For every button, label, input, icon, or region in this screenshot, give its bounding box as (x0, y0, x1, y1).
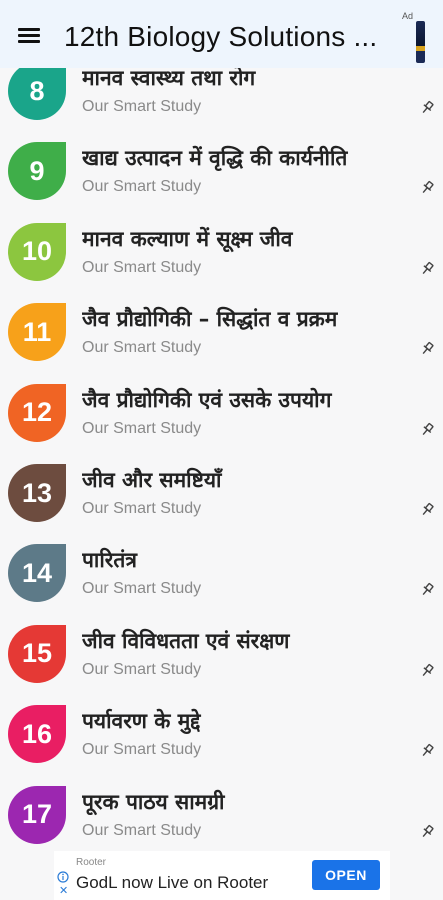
chapter-number-badge: 8 (8, 62, 66, 120)
chapter-number-badge: 16 (8, 705, 66, 764)
ad-headline[interactable]: GodL now Live on Rooter (76, 873, 268, 893)
chapter-number: 14 (21, 557, 53, 588)
chapter-subtitle: Our Smart Study (82, 660, 202, 678)
chapter-list-item[interactable]: 12 जैव प्रौद्योगिकी एवं उसके उपयोग Our Sma… (0, 383, 443, 464)
pin-icon[interactable] (419, 743, 435, 759)
pin-icon[interactable] (419, 261, 435, 277)
chapter-number: 13 (21, 477, 53, 508)
chapter-list-item[interactable]: 10 मानव कल्याण में सूक्ष्म जीव Our Smart S… (0, 222, 443, 303)
pin-icon[interactable] (419, 100, 435, 116)
pin-icon[interactable] (419, 422, 435, 438)
pin-icon[interactable] (419, 502, 435, 518)
chapter-list-item[interactable]: 9 खाद्य उत्पादन में वृद्धि की कार्यनीति Ou… (0, 142, 443, 222)
chapter-subtitle: Our Smart Study (82, 821, 202, 839)
chapter-number: 10 (21, 236, 53, 267)
ad-source: Rooter (76, 857, 107, 868)
chapter-number-badge: 17 (8, 785, 66, 844)
app-title: 12th Biology Solutions ... (64, 21, 378, 52)
pin-icon[interactable] (419, 180, 435, 196)
chapter-number-badge: 14 (8, 544, 66, 603)
chapter-number: 15 (21, 638, 53, 669)
chapter-subtitle: Our Smart Study (82, 258, 202, 276)
chapter-subtitle: Our Smart Study (82, 419, 202, 437)
chapter-list-item[interactable]: 16 पर्यावरण के मुद्दे Our Smart Study (0, 705, 443, 785)
pin-icon[interactable] (419, 341, 435, 357)
app-bar: 12th Biology Solutions ... Ad (0, 0, 443, 68)
chapter-number-badge: 11 (8, 303, 66, 362)
chapter-number-badge: 12 (8, 383, 66, 442)
chapter-title: जीव और समष्टियाँ (82, 468, 222, 492)
chapter-number: 17 (21, 799, 53, 830)
chapter-list-item[interactable]: 13 जीव और समष्टियाँ Our Smart Study (0, 464, 443, 544)
chapter-title: जैव प्रौद्योगिकी – सिद्धांत व प्रक्रम (82, 307, 338, 332)
chapter-list-item[interactable]: 8 मानव स्वास्थ्य तथा रोग Our Smart Study (0, 62, 443, 142)
pin-icon[interactable] (419, 663, 435, 679)
chapter-title: पूरक पाठय सामग्री (82, 789, 225, 814)
chapter-number: 9 (29, 155, 45, 186)
chapter-number-badge: 9 (8, 142, 66, 201)
app-screen: 8 मानव स्वास्थ्य तथा रोग Our Smart Study 9 ख… (0, 0, 443, 900)
chapter-title: पर्यावरण के मुद्दे (82, 709, 201, 734)
chapter-subtitle: Our Smart Study (82, 580, 202, 598)
chapter-list-item[interactable]: 15 जीव विविधतता एवं संरक्षण Our Smart Stud… (0, 624, 443, 705)
info-icon[interactable] (57, 871, 69, 883)
chapter-number-badge: 10 (8, 222, 66, 281)
chapter-number: 11 (22, 316, 52, 347)
chapter-title: जैव प्रौद्योगिकी एवं उसके उपयोग (82, 387, 332, 412)
ad-thumbnail[interactable] (416, 21, 425, 63)
hamburger-menu-icon[interactable] (18, 26, 40, 44)
chapter-title: पारितंत्र (82, 548, 137, 573)
ad-banner[interactable]: ✕ Rooter GodL now Live on Rooter OPEN (54, 851, 390, 900)
chapter-subtitle: Our Smart Study (82, 500, 202, 517)
pin-icon[interactable] (419, 824, 435, 840)
chapter-list-item[interactable]: 11 जैव प्रौद्योगिकी – सिद्धांत व प्रक्रम O… (0, 303, 443, 383)
pin-icon[interactable] (419, 582, 435, 598)
chapter-title: मानव कल्याण में सूक्ष्म जीव (82, 226, 293, 251)
chapter-number: 8 (29, 75, 45, 106)
chapter-subtitle: Our Smart Study (82, 98, 202, 115)
chapter-number: 12 (21, 397, 53, 428)
chapter-subtitle: Our Smart Study (82, 741, 202, 759)
chapter-list-item[interactable]: 14 पारितंत्र Our Smart Study (0, 544, 443, 624)
chapter-number-badge: 15 (8, 624, 66, 683)
chapter-subtitle: Our Smart Study (82, 178, 202, 196)
ad-open-button[interactable]: OPEN (312, 860, 380, 890)
chapter-number-badge: 13 (8, 464, 66, 522)
chapter-title: मानव स्वास्थ्य तथा रोग (82, 66, 256, 90)
chapter-title: खाद्य उत्पादन में वृद्धि की कार्यनीति (82, 146, 348, 171)
ad-label: Ad (402, 11, 414, 21)
close-icon[interactable]: ✕ (59, 886, 68, 897)
chapter-number: 16 (21, 718, 53, 749)
chapter-title: जीव विविधतता एवं संरक्षण (82, 628, 290, 653)
chapter-subtitle: Our Smart Study (82, 339, 202, 357)
